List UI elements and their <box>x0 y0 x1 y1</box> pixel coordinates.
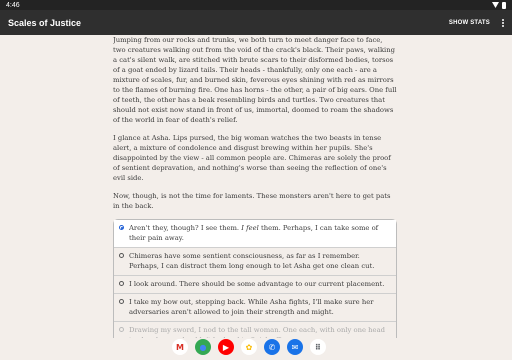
choice-text-part: I take my bow out, stepping back. While … <box>129 298 374 316</box>
story-paragraph: Jumping from our rocks and trunks, we bo… <box>113 36 397 124</box>
choice-text-part: Chimeras have some sentient consciousnes… <box>129 252 375 270</box>
choice-text-part: Aren't they, though? I see them. <box>129 224 242 232</box>
choice-emphasis: I feel <box>241 224 259 232</box>
radio-button[interactable] <box>119 299 124 304</box>
choice-option: Drawing my sword, I nod to the tall woma… <box>114 321 396 338</box>
choice-text-part: Drawing my sword, I nod to the tall woma… <box>129 326 385 338</box>
choice-option[interactable]: Chimeras have some sentient consciousnes… <box>114 247 396 275</box>
story-paragraph: Now, though, is not the time for laments… <box>113 192 391 210</box>
choice-text: I take my bow out, stepping back. While … <box>129 297 391 317</box>
choice-text: Chimeras have some sentient consciousnes… <box>129 251 391 271</box>
choice-text: I look around. There should be some adva… <box>129 279 384 289</box>
status-icons <box>492 1 506 9</box>
status-bar: 4:46 <box>0 0 512 10</box>
messages-icon[interactable]: ✉ <box>287 339 303 355</box>
chrome-icon[interactable]: ● <box>195 339 211 355</box>
phone-icon[interactable]: ✆ <box>264 339 280 355</box>
navigation-bar: M ● ▶ ✿ ✆ ✉ ⠿ <box>0 338 512 360</box>
gmail-icon[interactable]: M <box>172 339 188 355</box>
overflow-menu-icon[interactable] <box>500 17 506 29</box>
choice-text: Aren't they, though? I see them. I feel … <box>129 223 391 243</box>
battery-icon <box>502 1 506 9</box>
choice-text: Drawing my sword, I nod to the tall woma… <box>129 325 391 338</box>
show-stats-button[interactable]: SHOW STATS <box>449 20 490 26</box>
radio-button[interactable] <box>119 253 124 258</box>
youtube-icon[interactable]: ▶ <box>218 339 234 355</box>
app-bar: Scales of Justice SHOW STATS <box>0 10 512 35</box>
choice-option[interactable]: Aren't they, though? I see them. I feel … <box>114 220 396 247</box>
choice-list: Aren't they, though? I see them. I feel … <box>113 219 397 338</box>
app-dock: M ● ▶ ✿ ✆ ✉ ⠿ <box>172 339 326 355</box>
radio-button <box>119 327 124 332</box>
choice-option[interactable]: I take my bow out, stepping back. While … <box>114 293 396 321</box>
photos-icon[interactable]: ✿ <box>241 339 257 355</box>
app-title: Scales of Justice <box>8 17 82 28</box>
wifi-icon <box>492 2 499 8</box>
story-paragraph: I glance at Asha. Lips pursed, the big w… <box>113 134 391 182</box>
app-bar-actions: SHOW STATS <box>449 17 506 29</box>
apps-icon[interactable]: ⠿ <box>310 339 326 355</box>
radio-button[interactable] <box>119 225 124 230</box>
radio-button[interactable] <box>119 281 124 286</box>
choice-option[interactable]: I look around. There should be some adva… <box>114 275 396 293</box>
status-time: 4:46 <box>6 1 20 9</box>
choice-text-part: I look around. There should be some adva… <box>129 280 385 288</box>
story-content[interactable]: Jumping from our rocks and trunks, we bo… <box>113 35 397 338</box>
